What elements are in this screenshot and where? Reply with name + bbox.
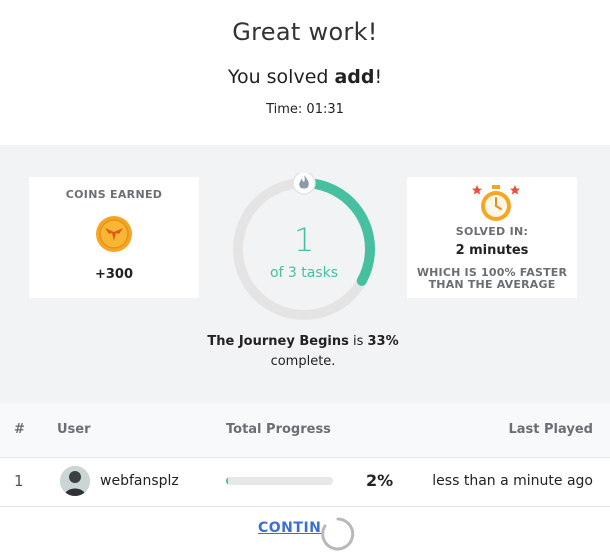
- solved-prefix: You solved: [227, 66, 335, 88]
- column-rank: #: [14, 422, 25, 437]
- stats-panel: COINS EARNED +300 1 of 3 tasks The Journ…: [0, 145, 610, 403]
- faster-line-2: THAN THE AVERAGE: [428, 278, 556, 291]
- journey-status: The Journey Begins is 33% complete.: [150, 332, 456, 372]
- column-user: User: [57, 422, 91, 437]
- tasks-total-label: of 3 tasks: [269, 265, 339, 281]
- solved-suffix: !: [374, 66, 383, 88]
- avatar[interactable]: [60, 466, 90, 496]
- column-last-played: Last Played: [508, 422, 594, 437]
- coins-card: COINS EARNED +300: [29, 177, 199, 298]
- journey-percent: 33%: [367, 334, 399, 349]
- loading-spinner-icon: [321, 517, 355, 551]
- continue-button[interactable]: CONTIN: [258, 520, 321, 536]
- column-total-progress: Total Progress: [226, 422, 331, 437]
- row-progress-percent: 2%: [366, 471, 394, 490]
- solve-time: Time: 01:31: [266, 102, 344, 117]
- tasks-completed-count: 1: [293, 221, 315, 259]
- flame-icon: [292, 173, 316, 195]
- coins-label: COINS EARNED: [65, 188, 163, 201]
- solved-message: You solved add!: [0, 66, 610, 88]
- row-last-played: less than a minute ago: [432, 473, 593, 489]
- table-header: # User Total Progress Last Played: [0, 403, 610, 458]
- result-header: Great work! You solved add! Time: 01:31: [0, 0, 610, 145]
- row-progress-bar: [226, 477, 333, 485]
- solved-in-label: SOLVED IN:: [455, 225, 529, 238]
- page-title: Great work!: [232, 18, 378, 46]
- row-username[interactable]: webfansplz: [100, 473, 179, 489]
- journey-complete: complete.: [270, 354, 336, 369]
- solved-in-card: SOLVED IN: 2 minutes WHICH IS 100% FASTE…: [407, 177, 577, 298]
- solved-in-value: 2 minutes: [455, 243, 529, 258]
- row-rank: 1: [14, 472, 24, 490]
- faster-than-average: WHICH IS 100% FASTER THAN THE AVERAGE: [407, 267, 577, 291]
- row-progress-fill: [226, 477, 229, 485]
- journey-is: is: [348, 334, 368, 349]
- journey-name: The Journey Begins: [207, 334, 349, 349]
- solved-problem-name: add: [334, 66, 375, 88]
- table-row[interactable]: 1 webfansplz 2% less than a minute ago: [0, 458, 610, 507]
- coin-icon: [96, 216, 132, 252]
- stopwatch-icon: [472, 185, 520, 221]
- coins-value: +300: [94, 267, 134, 282]
